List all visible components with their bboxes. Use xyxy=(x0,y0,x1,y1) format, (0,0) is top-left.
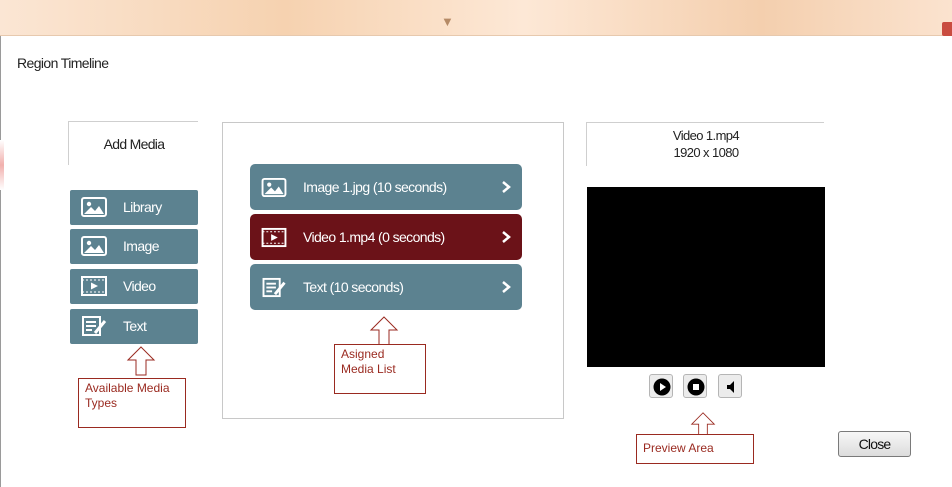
chevron-right-icon[interactable] xyxy=(499,230,513,244)
image-icon xyxy=(81,236,107,256)
close-button[interactable]: Close xyxy=(838,431,911,457)
image-label: Image xyxy=(123,238,160,254)
video-preview[interactable] xyxy=(587,187,825,367)
assigned-item-video[interactable]: Video 1.mp4 (0 seconds) xyxy=(250,214,522,260)
callout-text: Asigned Media List xyxy=(341,347,396,376)
callout-text: Preview Area xyxy=(643,441,714,455)
image-icon xyxy=(261,177,287,198)
preview-file-name: Video 1.mp4 xyxy=(672,128,740,143)
media-list-callout: Asigned Media List xyxy=(334,344,426,394)
stop-button[interactable] xyxy=(683,374,707,398)
assigned-item-label: Text (10 seconds) xyxy=(303,279,404,295)
media-types-callout: Available Media Types xyxy=(78,378,186,428)
image-button[interactable]: Image xyxy=(70,229,198,264)
preview-header: Video 1.mp4 1920 x 1080 xyxy=(586,122,824,166)
library-button[interactable]: Library xyxy=(70,190,198,225)
add-media-tab: Add Media xyxy=(68,121,198,165)
window-titlebar: ▼ xyxy=(0,0,952,36)
stop-icon xyxy=(687,378,705,396)
chevron-right-icon[interactable] xyxy=(499,180,513,194)
video-label: Video xyxy=(123,278,156,294)
image-icon xyxy=(81,197,107,217)
up-arrow-icon xyxy=(369,316,399,346)
video-icon xyxy=(81,276,107,296)
window-close-icon[interactable] xyxy=(942,22,952,36)
video-button[interactable]: Video xyxy=(70,269,198,304)
video-icon xyxy=(261,227,287,248)
assigned-item-label: Video 1.mp4 (0 seconds) xyxy=(303,229,445,245)
volume-icon xyxy=(727,381,734,393)
text-button[interactable]: Text xyxy=(70,309,198,344)
preview-resolution: 1920 x 1080 xyxy=(673,145,740,160)
accent-strip xyxy=(0,140,4,190)
library-label: Library xyxy=(123,199,162,215)
assigned-item-image[interactable]: Image 1.jpg (10 seconds) xyxy=(250,164,522,210)
assigned-item-text[interactable]: Text (10 seconds) xyxy=(250,264,522,310)
window-border xyxy=(0,36,1,487)
volume-button[interactable] xyxy=(718,374,742,398)
window-title: Region Timeline xyxy=(17,55,109,71)
chevron-right-icon[interactable] xyxy=(499,280,513,294)
assigned-item-label: Image 1.jpg (10 seconds) xyxy=(303,179,447,195)
play-icon xyxy=(653,378,671,396)
text-icon xyxy=(82,316,107,336)
add-media-header: Add Media xyxy=(103,136,165,152)
text-icon xyxy=(262,277,286,298)
play-button[interactable] xyxy=(649,374,673,398)
preview-area-callout: Preview Area xyxy=(636,434,754,464)
text-label: Text xyxy=(123,318,147,334)
up-arrow-icon xyxy=(126,346,156,376)
app-logo-icon: ▼ xyxy=(441,14,454,29)
callout-text: Available Media Types xyxy=(85,381,170,410)
